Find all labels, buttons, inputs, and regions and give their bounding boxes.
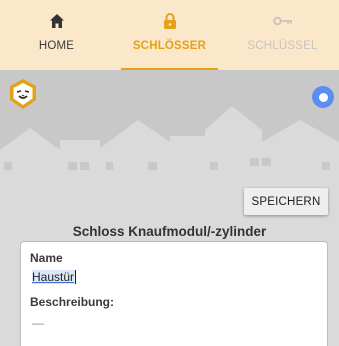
tab-home[interactable]: HOME: [0, 0, 113, 70]
lion-logo-icon: [8, 78, 38, 110]
description-label: Beschreibung:: [30, 295, 115, 309]
name-field[interactable]: Haustür: [32, 270, 232, 288]
tab-home-label: HOME: [38, 40, 75, 52]
skyline-illustration: [0, 70, 339, 195]
header-skyline: [0, 70, 339, 195]
status-ring-center: [318, 92, 328, 102]
description-field[interactable]: —: [32, 316, 232, 334]
tab-locks-label: SCHLÖSSER: [132, 40, 207, 52]
lock-icon: [163, 12, 177, 30]
lock-details-form: Name Haustür Beschreibung: —: [20, 241, 328, 346]
save-button[interactable]: SPEICHERN: [244, 188, 328, 215]
name-label: Name: [30, 251, 63, 265]
name-field-value: Haustür: [32, 270, 77, 284]
key-icon: [272, 12, 293, 30]
tab-keys-label: SCHLÜSSEL: [247, 40, 318, 52]
tab-keys[interactable]: SCHLÜSSEL: [226, 0, 339, 70]
status-ring-icon[interactable]: [312, 86, 334, 108]
top-tab-bar: HOME SCHLÖSSER SCHLÜSSEL: [0, 0, 339, 70]
home-icon: [49, 12, 65, 30]
tab-locks[interactable]: SCHLÖSSER: [113, 0, 226, 70]
page-title: Schloss Knaufmodul/-zylinder: [72, 224, 267, 239]
